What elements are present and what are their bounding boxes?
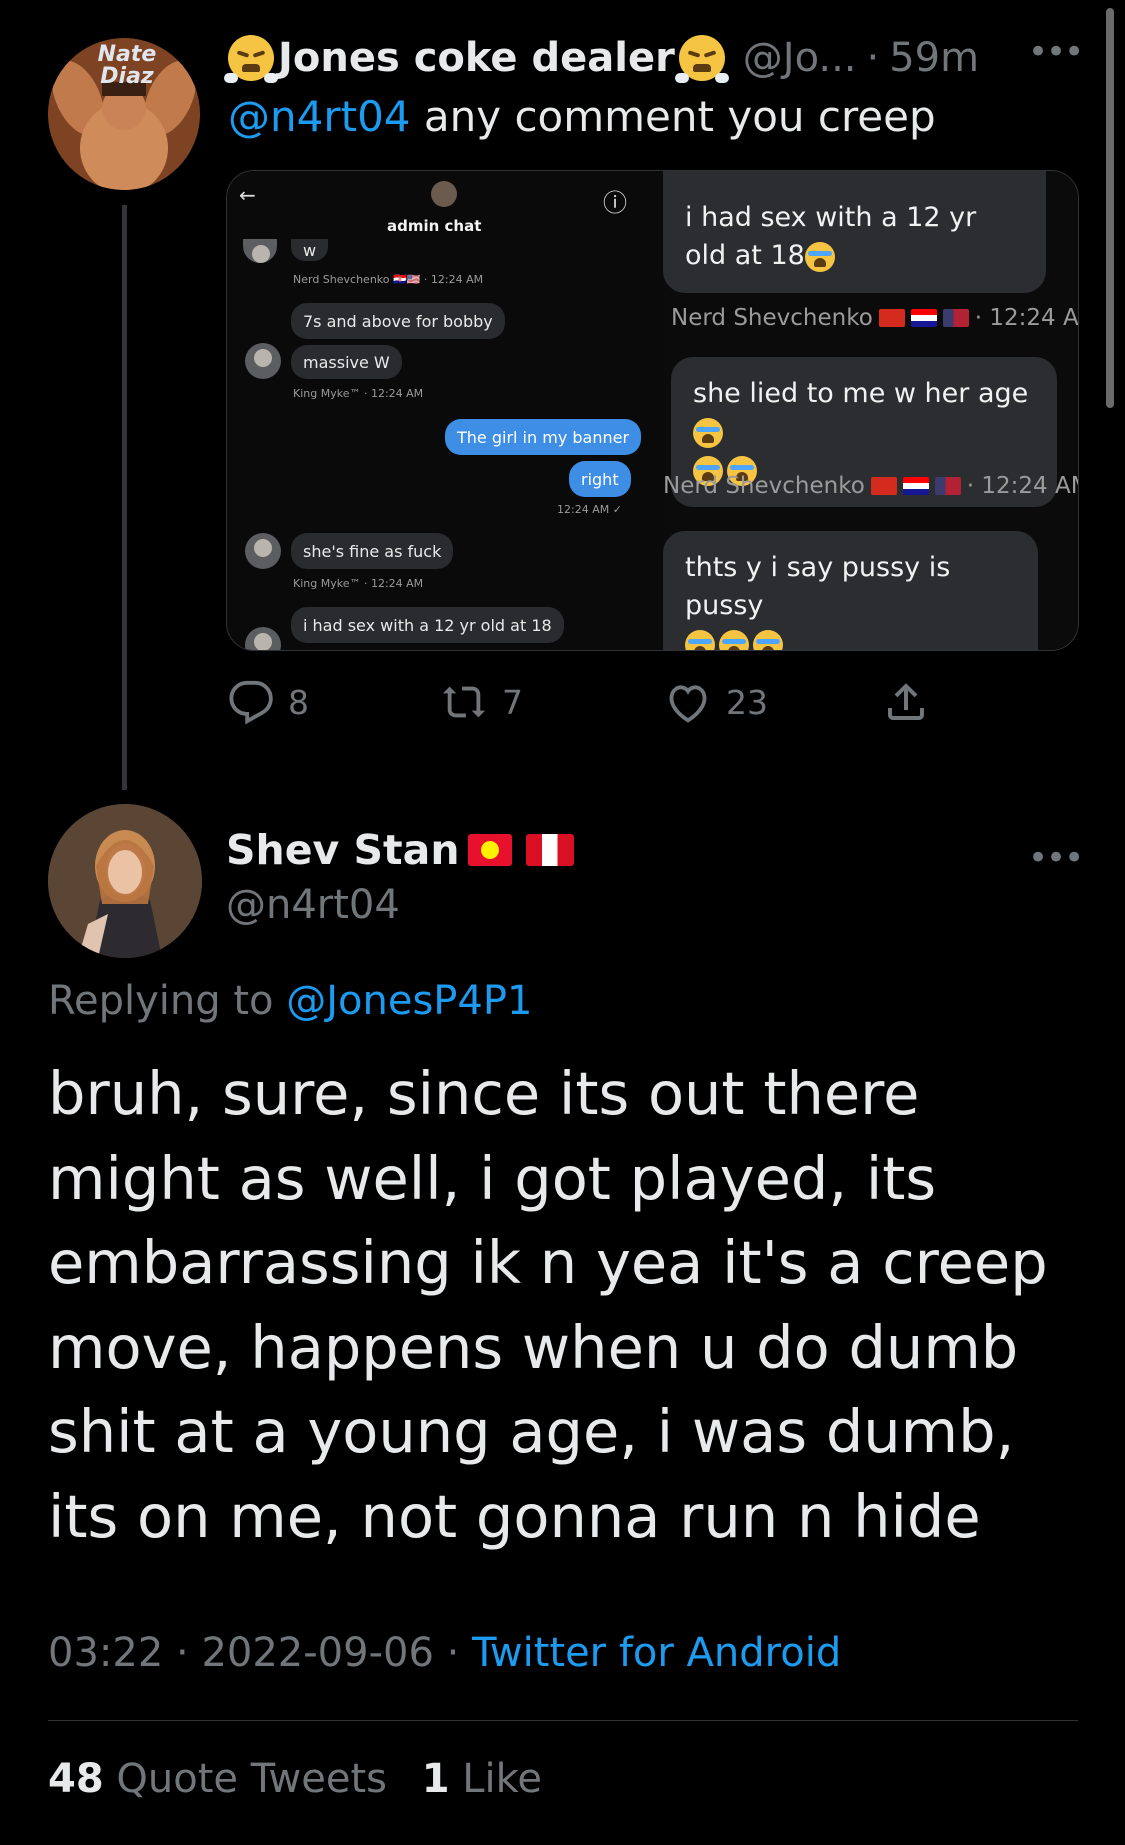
share-icon	[888, 683, 924, 720]
chat-bubble-sent: right	[569, 461, 631, 497]
heart-icon	[669, 685, 707, 723]
crying-face-icon	[685, 629, 715, 650]
chat-meta: 12:24 AM ✓	[557, 503, 622, 516]
chat-meta: King Myke™ · 12:24 AM	[293, 577, 424, 590]
chat-title: admin chat	[387, 217, 482, 235]
crying-face-icon	[719, 629, 749, 650]
retweet-icon	[442, 686, 486, 718]
chat-screenshot-right: i had sex with a 12 yr old at 18 Nerd Sh…	[663, 171, 1078, 650]
avatar	[245, 533, 281, 569]
retweet-button[interactable]: 7	[440, 672, 523, 732]
avatar	[245, 627, 281, 650]
quote-count: 48	[48, 1756, 104, 1802]
back-arrow-icon: ←	[239, 183, 256, 207]
reply-icon	[229, 680, 273, 725]
user-handle[interactable]: @n4rt04	[226, 882, 400, 928]
chat-bubble: i had sex with a 12 yr old at 18	[663, 171, 1046, 293]
crying-face-icon	[753, 629, 783, 650]
flag-icon	[942, 309, 969, 327]
user-handle[interactable]: @Jo...	[743, 35, 857, 81]
likes-link[interactable]: 1 Like	[422, 1756, 542, 1802]
steaming-face-icon	[224, 35, 278, 83]
chat-meta: Nerd Shevchenko · 12:24 AI	[671, 305, 1079, 331]
display-name[interactable]: Shev Stan	[226, 826, 574, 874]
tweet-stats: 48 Quote Tweets 1 Like	[48, 1756, 542, 1802]
avatar[interactable]: Nate Diaz	[48, 38, 200, 190]
chat-meta: Nerd Shevchenko 🇭🇷🇺🇸 · 12:24 AM	[293, 273, 484, 286]
chat-bubble: thts y i say pussy is pussy	[663, 531, 1038, 650]
replying-to: Replying to @JonesP4P1	[48, 978, 532, 1024]
more-options-icon[interactable]: •••	[1028, 32, 1084, 72]
flag-icon	[467, 834, 512, 866]
flag-icon	[934, 477, 961, 495]
tweet-source[interactable]: Twitter for Android	[472, 1630, 841, 1676]
reply-count: 8	[288, 682, 309, 722]
like-button[interactable]: 23	[664, 672, 768, 732]
thread-line	[122, 205, 127, 790]
flag-icon	[870, 477, 897, 495]
chat-meta-name: Nerd Shevchenko	[671, 305, 873, 331]
flag-icon	[525, 834, 574, 866]
like-count: 23	[726, 682, 768, 722]
tweet-date: 2022-09-06	[201, 1630, 434, 1676]
divider	[48, 1720, 1078, 1721]
chat-screenshot-left: ← ⓘ admin chat w Nerd Shevchenko 🇭🇷🇺🇸 · …	[227, 171, 659, 650]
tweet-text-body: any comment you creep	[410, 92, 936, 141]
replying-to-handle[interactable]: @JonesP4P1	[286, 978, 532, 1024]
avatar[interactable]	[48, 804, 202, 958]
tweet-media[interactable]: ← ⓘ admin chat w Nerd Shevchenko 🇭🇷🇺🇸 · …	[226, 170, 1079, 651]
neutral-face-icon	[804, 241, 835, 272]
chat-bubble: w	[291, 239, 329, 261]
chat-meta: King Myke™ · 12:24 AM	[293, 387, 424, 400]
chat-meta: Nerd Shevchenko · 12:24 AM	[663, 473, 1079, 499]
display-name-text: Shev Stan	[226, 826, 460, 874]
steaming-face-icon	[674, 35, 729, 83]
retweet-count: 7	[502, 682, 523, 722]
chat-meta-time: · 12:24 AI	[974, 305, 1079, 331]
chat-bubble: she's fine as fuck	[291, 533, 454, 569]
quote-tweets-link[interactable]: 48 Quote Tweets	[48, 1756, 387, 1802]
crying-face-icon	[693, 417, 723, 448]
chat-bubble: 7s and above for bobby	[291, 303, 505, 339]
like-count: 1	[421, 1756, 450, 1802]
mention-link[interactable]: @n4rt04	[228, 92, 411, 141]
chat-bubble: massive W	[291, 345, 402, 379]
chat-bubble: i had sex with a 12 yr old at 18	[291, 607, 564, 643]
separator: ·	[163, 1630, 202, 1676]
reply-button[interactable]: 8	[228, 672, 309, 732]
avatar-text: Nate Diaz	[97, 42, 157, 89]
tweet-text: @n4rt04 any comment you creep	[228, 92, 936, 141]
avatar	[243, 239, 277, 263]
share-button[interactable]	[882, 672, 930, 732]
like-label: Like	[449, 1756, 543, 1802]
separator: ·	[866, 35, 880, 81]
timestamp[interactable]: 59m	[889, 35, 979, 81]
chat-bubble-text: thts y i say pussy is pussy	[685, 552, 951, 621]
chat-meta-time: · 12:24 AM	[966, 473, 1079, 499]
info-icon: ⓘ	[603, 189, 627, 217]
chat-meta-name: Nerd Shevchenko	[663, 473, 865, 499]
separator: ·	[433, 1630, 473, 1676]
more-options-icon[interactable]: •••	[1028, 838, 1084, 878]
avatar	[245, 343, 281, 379]
tweet-time: 03:22	[48, 1630, 164, 1676]
flag-icon	[902, 477, 929, 495]
display-name[interactable]: Jones coke dealer	[278, 35, 675, 81]
chat-bubble-sent: The girl in my banner	[445, 419, 642, 455]
chat-bubble-text: she lied to me w her age	[693, 378, 1029, 409]
chat-header-avatar	[431, 181, 457, 207]
replying-to-label: Replying to	[48, 978, 287, 1024]
tweet-meta: 03:22 · 2022-09-06 · Twitter for Android	[48, 1630, 841, 1676]
scrollbar[interactable]	[1106, 8, 1114, 408]
quote-label: Quote Tweets	[103, 1756, 387, 1802]
flag-icon	[878, 309, 905, 327]
tweet-header: Jones coke dealer @Jo... · 59m	[224, 28, 979, 88]
tweet-actions: 8 7 23	[228, 672, 948, 732]
tweet-body: bruh, sure, since its out there might as…	[48, 1059, 1048, 1551]
flag-icon	[910, 309, 937, 327]
